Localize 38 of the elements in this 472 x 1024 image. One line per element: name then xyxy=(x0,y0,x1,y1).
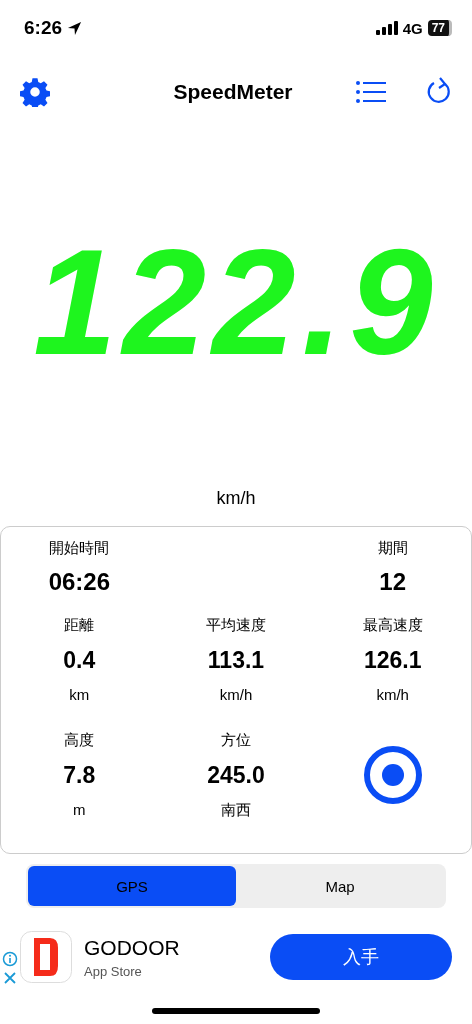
app-title: SpeedMeter xyxy=(173,80,293,104)
list-button[interactable] xyxy=(356,79,386,105)
stat-value: 12 xyxy=(379,568,406,596)
stat-label: 高度 xyxy=(64,731,95,750)
stat-label: 期間 xyxy=(377,539,408,558)
stat-value: 113.1 xyxy=(207,647,265,674)
stat-unit: km/h xyxy=(376,686,409,703)
stat-value: 06:26 xyxy=(48,568,110,596)
stat-label: 開始時間 xyxy=(49,539,110,558)
stat-unit: km xyxy=(69,686,90,703)
stat-value: 245.0 xyxy=(207,762,265,789)
segment-tab[interactable]: Map xyxy=(236,866,444,906)
get-button[interactable]: 入手 xyxy=(270,934,452,980)
stat-label: 距離 xyxy=(64,616,95,635)
settings-button[interactable] xyxy=(20,77,50,107)
stat-label: 平均速度 xyxy=(206,616,266,635)
signal-icon xyxy=(375,21,398,35)
info-icon[interactable] xyxy=(2,951,18,967)
ad-source: App Store xyxy=(84,963,143,979)
stat-unit: km/h xyxy=(219,686,253,703)
app-icon xyxy=(20,931,72,983)
speed-reading: 122.9 xyxy=(33,227,439,377)
location-arrow-icon xyxy=(67,20,83,36)
stat-value: 126.1 xyxy=(363,647,422,674)
stat-value: 7.8 xyxy=(63,762,96,789)
ad-app-name: GODOOR xyxy=(84,935,180,960)
close-icon[interactable] xyxy=(3,971,17,985)
battery-indicator: 77 xyxy=(427,20,452,36)
status-time: 6:26 xyxy=(24,17,63,39)
stat-unit: 南西 xyxy=(221,801,251,820)
stat-unit: m xyxy=(73,801,86,818)
stat-label: 方位 xyxy=(221,731,251,750)
stat-label: 最高速度 xyxy=(362,616,423,635)
segment-tab[interactable]: GPS xyxy=(28,866,236,906)
stat-value: 0.4 xyxy=(63,647,96,674)
network-label: 4G xyxy=(402,19,423,37)
speed-unit: km/h xyxy=(216,487,256,509)
record-button[interactable] xyxy=(362,745,423,805)
